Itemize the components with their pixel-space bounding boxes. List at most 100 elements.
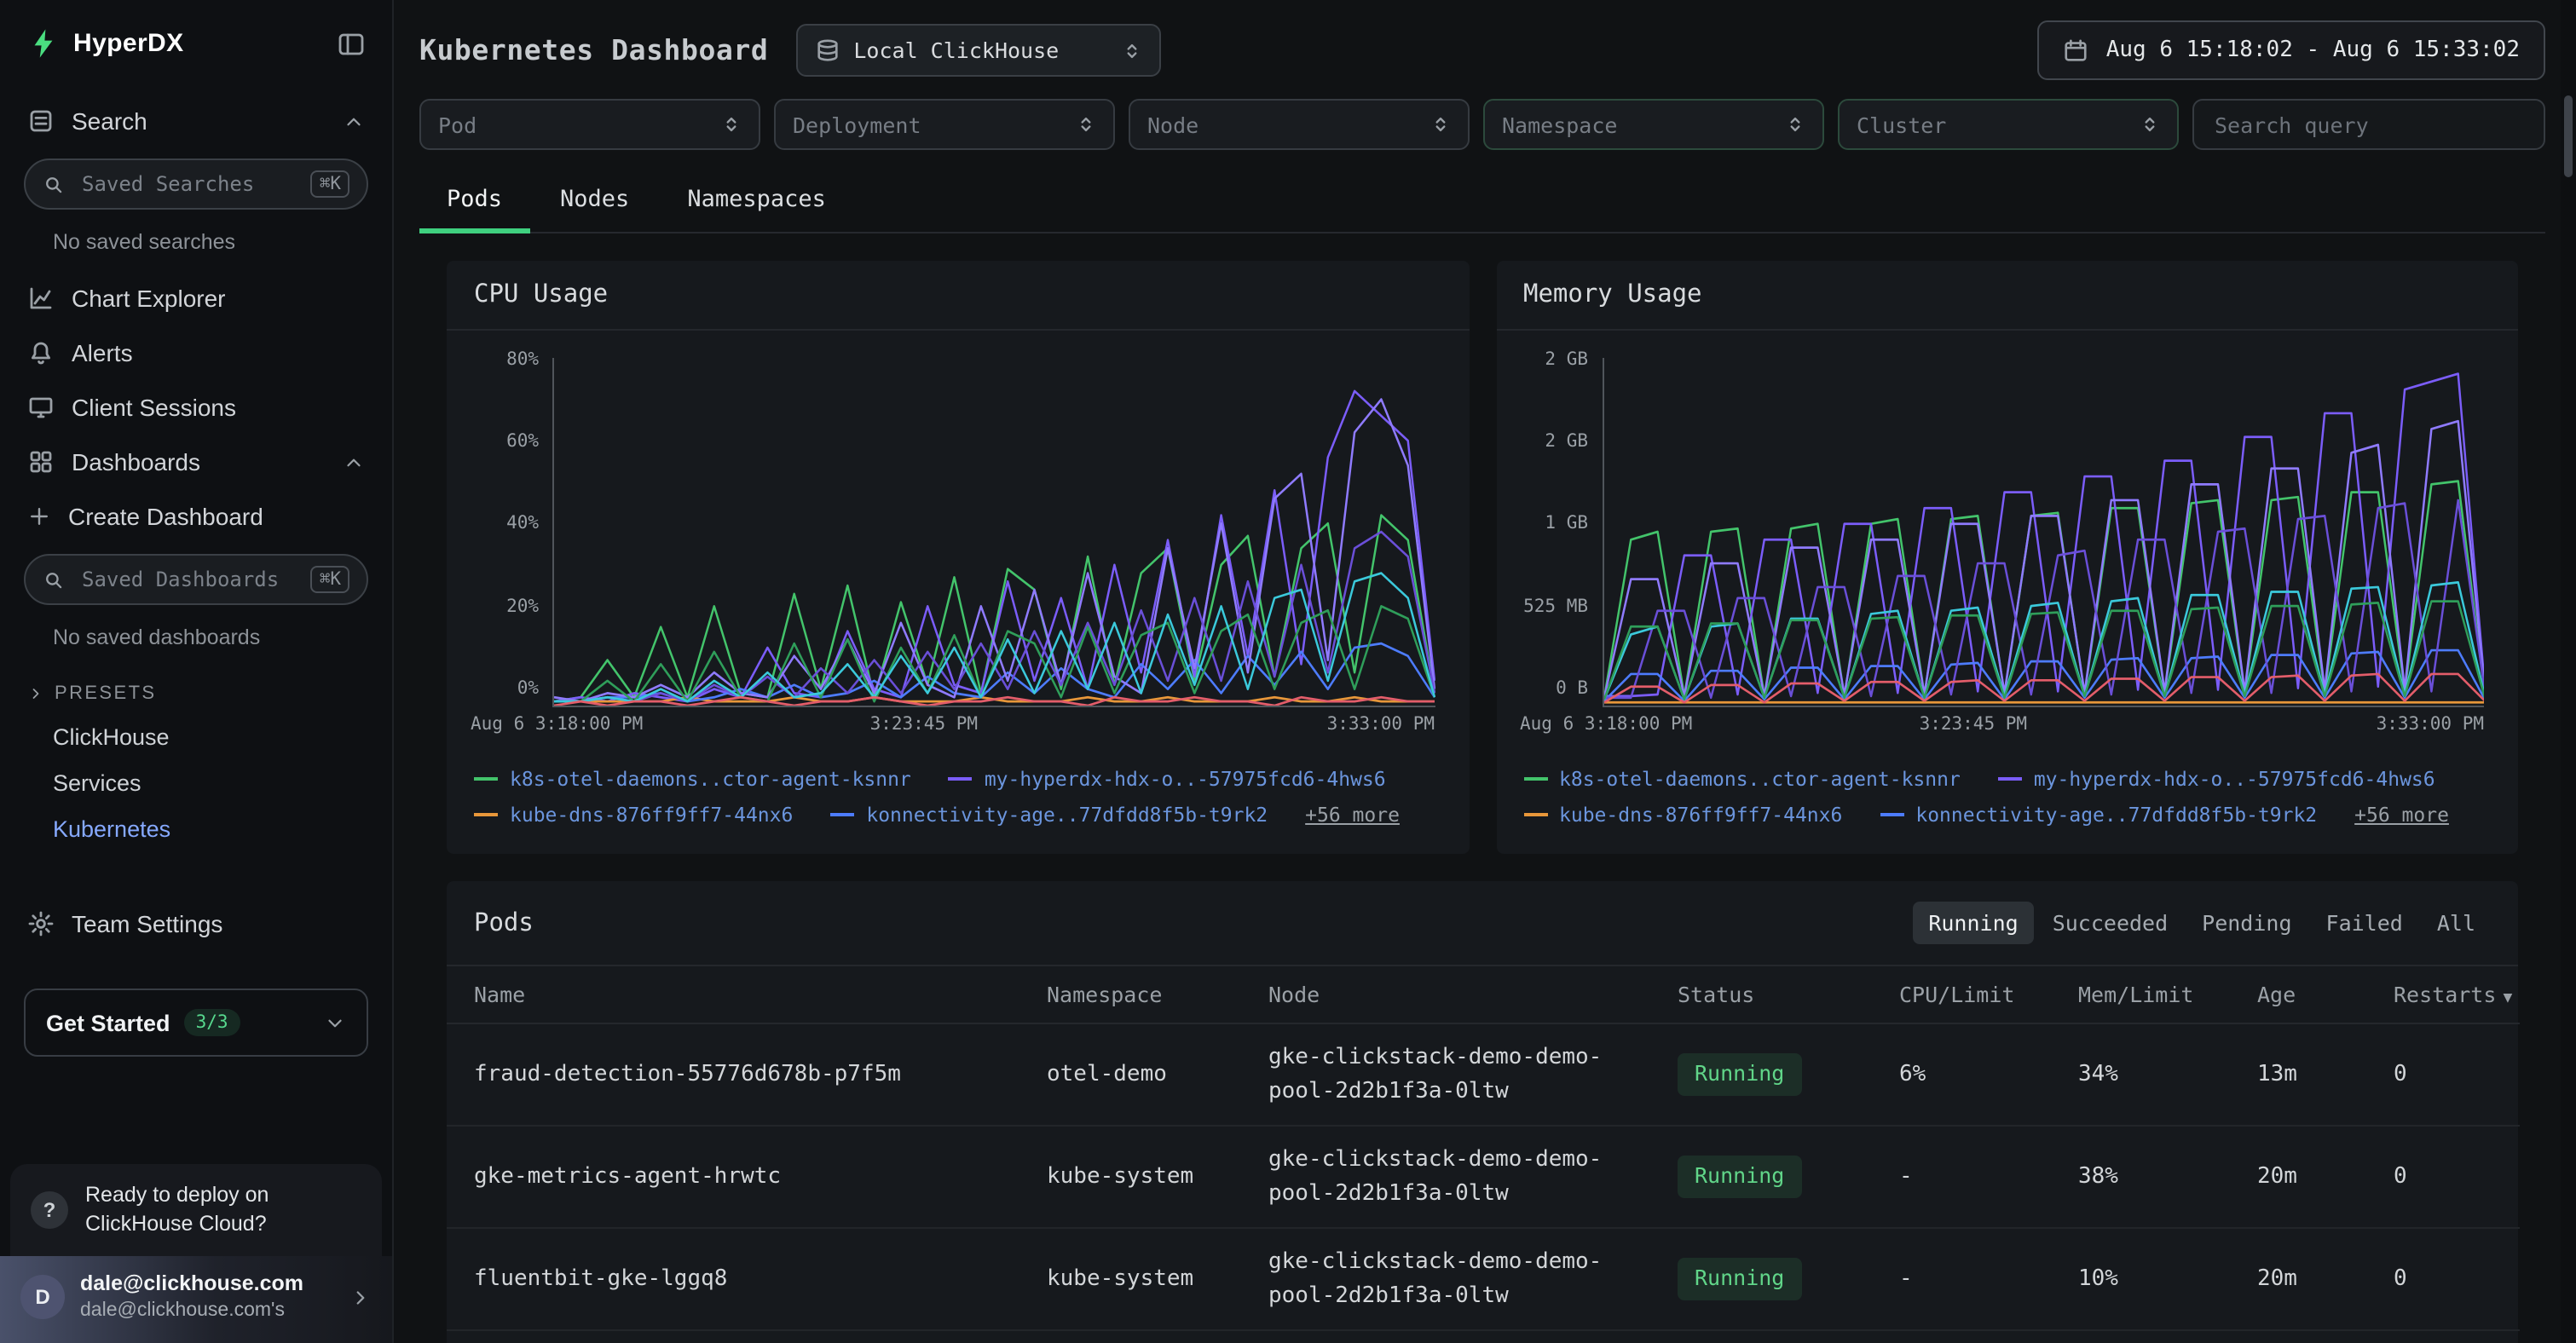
memory-usage-card: Memory Usage 2 GB 2 GB 1 GB 525 MB 0 B A… (1496, 261, 2518, 854)
node-filter-select[interactable]: Node (1129, 99, 1470, 150)
node-filter-value: Node (1147, 112, 1430, 137)
date-range-value: Aug 6 15:18:02 - Aug 6 15:33:02 (2106, 37, 2520, 63)
cell-namespace: otel-demo (1026, 1023, 1248, 1126)
memory-line-chart-svg (1603, 358, 2484, 706)
help-icon[interactable]: ? (31, 1191, 68, 1229)
no-saved-dashboards-text: No saved dashboards (0, 619, 392, 666)
namespace-filter-select[interactable]: Namespace (1483, 99, 1824, 150)
status-badge: Running (1678, 1156, 1801, 1198)
legend-item[interactable]: my-hyperdx-hdx-o..-57975fcd6-4hws6 (949, 767, 1386, 791)
status-filter-failed[interactable]: Failed (2311, 902, 2418, 944)
table-row[interactable]: fluentbit-gke-lggq8 kube-system gke-clic… (447, 1228, 2520, 1330)
user-menu[interactable]: D dale@clickhouse.com dale@clickhouse.co… (0, 1256, 392, 1343)
deployment-filter-select[interactable]: Deployment (774, 99, 1115, 150)
legend-item[interactable]: konnectivity-age..77dfdd8f5b-t9rk2 (1880, 803, 2317, 827)
legend-item[interactable]: konnectivity-age..77dfdd8f5b-t9rk2 (830, 803, 1268, 827)
create-dashboard-button[interactable]: Create Dashboard (0, 489, 392, 544)
collapse-sidebar-icon[interactable] (338, 30, 365, 57)
cluster-filter-select[interactable]: Cluster (1838, 99, 2179, 150)
cloud-promo[interactable]: ? Ready to deploy on ClickHouse Cloud? (10, 1165, 382, 1257)
column-header-cpu[interactable]: CPU/Limit (1879, 966, 2058, 1023)
y-tick: 1 GB (1513, 514, 1588, 534)
legend-item[interactable]: k8s-otel-daemons..ctor-agent-ksnnr (474, 767, 911, 791)
legend-more-link[interactable]: +56 more (1305, 803, 1400, 827)
legend-swatch (474, 813, 498, 816)
tab-namespaces[interactable]: Namespaces (660, 170, 853, 232)
cell-name[interactable]: gke-metrics-agent-hrwtc (447, 1126, 1026, 1228)
table-row[interactable]: gke-metrics-agent-hrwtc kube-system gke-… (447, 1126, 2520, 1228)
sidebar-item-client-sessions[interactable]: Client Sessions (0, 380, 392, 435)
y-tick: 2 GB (1513, 349, 1588, 370)
cell-status (1657, 1330, 1879, 1343)
pod-filter-select[interactable]: Pod (419, 99, 760, 150)
column-header-node[interactable]: Node (1248, 966, 1657, 1023)
table-row[interactable]: fraud-detection-55776d678b-p7f5m otel-de… (447, 1023, 2520, 1126)
column-header-name[interactable]: Name (447, 966, 1026, 1023)
column-header-age[interactable]: Age (2237, 966, 2373, 1023)
status-filter-running[interactable]: Running (1913, 902, 2033, 944)
cell-restarts (2373, 1330, 2520, 1343)
cpu-plot-area[interactable] (552, 358, 1435, 707)
scrollbar-track[interactable] (2561, 0, 2576, 1343)
pods-card-header: Pods Running Succeeded Pending Failed Al… (447, 881, 2518, 966)
legend-item[interactable]: kube-dns-876ff9ff7-44nx6 (1523, 803, 1842, 827)
saved-dashboards-input[interactable] (78, 566, 297, 593)
column-header-namespace[interactable]: Namespace (1026, 966, 1248, 1023)
cell-status: Running (1657, 1228, 1879, 1330)
get-started-progress-badge: 3/3 (184, 1009, 240, 1036)
saved-searches-input[interactable] (78, 170, 297, 198)
cell-node: gke-clickstack-demo-demo-pool-2d2b1f3a-0… (1248, 1126, 1657, 1228)
cpu-x-axis-labels: Aug 6 3:18:00 PM 3:23:45 PM 3:33:00 PM (552, 707, 1435, 741)
search-section-icon (27, 107, 55, 135)
sidebar-item-alerts[interactable]: Alerts (0, 326, 392, 380)
cpu-legend: k8s-otel-daemons..ctor-agent-ksnnr my-hy… (447, 741, 1469, 854)
cell-name[interactable] (447, 1330, 1026, 1343)
cell-name[interactable]: fraud-detection-55776d678b-p7f5m (447, 1023, 1026, 1126)
legend-item[interactable]: kube-dns-876ff9ff7-44nx6 (474, 803, 793, 827)
y-tick: 40% (464, 514, 539, 534)
column-header-restarts[interactable]: Restarts▼ (2373, 966, 2520, 1023)
status-filter-succeeded[interactable]: Succeeded (2037, 902, 2183, 944)
x-tick: 3:23:45 PM (1920, 714, 2027, 735)
filter-row: Pod Deployment Node Namespace Cluster (419, 99, 2545, 150)
legend-swatch (830, 813, 854, 816)
sidebar-item-team-settings[interactable]: Team Settings (0, 896, 392, 951)
y-tick: 80% (464, 349, 539, 370)
sidebar-item-chart-explorer[interactable]: Chart Explorer (0, 271, 392, 326)
presets-label: PRESETS (55, 683, 157, 704)
presets-toggle[interactable]: PRESETS (0, 666, 392, 714)
cell-namespace: kube-system (1026, 1228, 1248, 1330)
column-header-mem[interactable]: Mem/Limit (2058, 966, 2237, 1023)
legend-item[interactable]: my-hyperdx-hdx-o..-57975fcd6-4hws6 (1998, 767, 2435, 791)
status-filter-all[interactable]: All (2422, 902, 2491, 944)
y-tick: 2 GB (1513, 431, 1588, 452)
get-started-card[interactable]: Get Started 3/3 (24, 989, 368, 1057)
scrollbar-thumb[interactable] (2564, 95, 2573, 177)
y-tick: 20% (464, 596, 539, 616)
sidebar-item-search[interactable]: Search (0, 94, 392, 148)
saved-searches-search[interactable]: ⌘K (24, 159, 368, 210)
sidebar-item-dashboards[interactable]: Dashboards (0, 435, 392, 489)
cell-name[interactable]: fluentbit-gke-lggq8 (447, 1228, 1026, 1330)
select-updown-icon (2140, 112, 2160, 136)
tab-pods[interactable]: Pods (419, 170, 529, 232)
memory-y-axis-labels: 2 GB 2 GB 1 GB 525 MB 0 B (1513, 349, 1602, 699)
sidebar-item-clickhouse[interactable]: ClickHouse (0, 714, 392, 760)
status-filter-pending[interactable]: Pending (2186, 902, 2307, 944)
date-range-picker[interactable]: Aug 6 15:18:02 - Aug 6 15:33:02 (2038, 20, 2545, 80)
sidebar-item-kubernetes[interactable]: Kubernetes (0, 806, 392, 852)
search-query-input[interactable] (2192, 99, 2545, 150)
legend-item[interactable]: k8s-otel-daemons..ctor-agent-ksnnr (1523, 767, 1961, 791)
tab-nodes[interactable]: Nodes (533, 170, 656, 232)
memory-plot-area[interactable] (1602, 358, 2484, 707)
legend-more-link[interactable]: +56 more (2354, 803, 2449, 827)
table-row[interactable]: gke-clickstack-demo-demo-pool-2d2b1f3a-0… (447, 1330, 2520, 1343)
source-select[interactable]: Local ClickHouse (795, 24, 1160, 77)
column-header-status[interactable]: Status (1657, 966, 1879, 1023)
no-saved-searches-text: No saved searches (0, 223, 392, 271)
main-content: Kubernetes Dashboard Local ClickHouse Au… (396, 0, 2576, 1343)
saved-dashboards-search[interactable]: ⌘K (24, 554, 368, 605)
page-title: Kubernetes Dashboard (419, 34, 768, 66)
cpu-line-chart-svg (554, 358, 1435, 706)
sidebar-item-services[interactable]: Services (0, 760, 392, 806)
